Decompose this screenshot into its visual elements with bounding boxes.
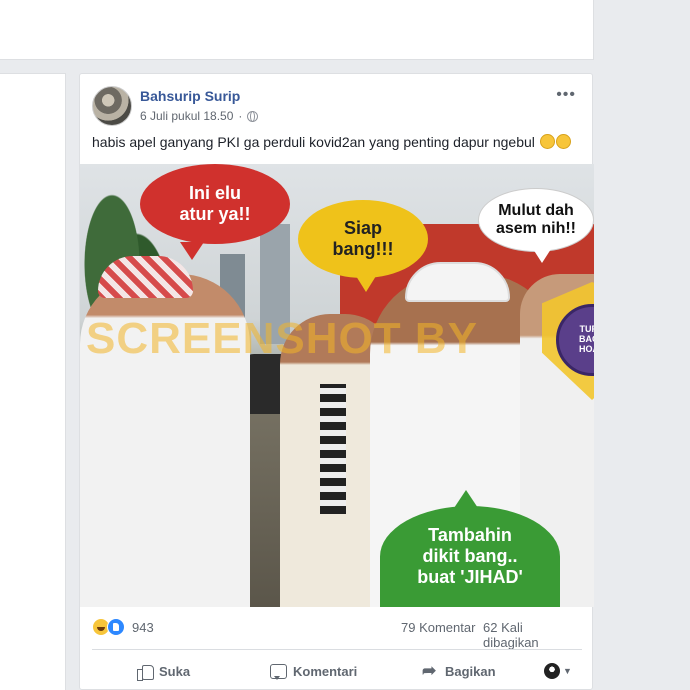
- speech-bubble-yellow: Siap bang!!!: [298, 200, 428, 292]
- turnbackhoax-badge: TURN BACK HOAX: [542, 282, 594, 400]
- share-label: Bagikan: [445, 663, 496, 679]
- ellipsis-icon[interactable]: •••: [556, 86, 576, 104]
- bubble-line: asem nih!!: [495, 220, 576, 237]
- striped-scarf: [320, 384, 346, 514]
- left-column-card: [0, 73, 66, 690]
- bubble-line: Ini elu: [188, 183, 241, 204]
- thumbs-up-icon: [137, 663, 154, 681]
- bubble-line: atur ya!!: [179, 204, 251, 224]
- right-gutter: [594, 0, 690, 690]
- bubble-line: buat 'JIHAD': [417, 566, 523, 587]
- share-button[interactable]: Bagikan: [422, 657, 496, 685]
- red-headwrap: [98, 256, 193, 298]
- divider: [92, 649, 582, 650]
- share-icon: [422, 661, 439, 681]
- badge-text: HOAX: [578, 343, 594, 354]
- reaction-icons[interactable]: [92, 618, 125, 636]
- feed-post: Bahsurip Surip 6 Juli pukul 18.50 · ••• …: [79, 73, 594, 690]
- comment-icon: [270, 663, 287, 680]
- comment-button[interactable]: Komentari: [270, 657, 357, 685]
- comments-count[interactable]: 79 Komentar: [401, 620, 475, 635]
- post-timestamp[interactable]: 6 Juli pukul 18.50: [140, 109, 233, 123]
- bubble-line: Mulut dah: [498, 201, 574, 219]
- author-avatar[interactable]: [92, 86, 132, 126]
- grin-emoji-icon: [555, 134, 571, 149]
- reactions-count[interactable]: 943: [132, 620, 154, 635]
- comment-label: Komentari: [293, 663, 358, 679]
- author-name[interactable]: Bahsurip Surip: [140, 88, 240, 104]
- post-meta: 6 Juli pukul 18.50 ·: [140, 109, 259, 123]
- post-as-selector[interactable]: ▼: [544, 657, 572, 685]
- globe-icon[interactable]: [247, 110, 259, 122]
- bubble-line: dikit bang..: [422, 546, 518, 567]
- like-icon: [107, 618, 125, 636]
- white-cap: [405, 262, 510, 302]
- post-stats: 943 79 Komentar 62 Kali dibagikan: [92, 618, 582, 650]
- like-label: Suka: [159, 663, 191, 679]
- post-header: Bahsurip Surip 6 Juli pukul 18.50 · •••: [92, 86, 582, 128]
- speech-bubble-red: Ini elu atur ya!!: [140, 164, 290, 260]
- speech-bubble-white: Mulut dah asem nih!!: [478, 188, 594, 263]
- speech-bubble-green: Tambahin dikit bang.. buat 'JIHAD': [380, 490, 560, 607]
- caret-down-icon: ▼: [563, 666, 572, 676]
- shares-count[interactable]: 62 Kali dibagikan: [483, 620, 582, 650]
- bubble-line: Siap: [343, 218, 382, 239]
- viewer-avatar-icon: [544, 663, 560, 679]
- like-button[interactable]: Suka: [137, 657, 190, 685]
- screenshot-watermark: SCREENSHOT BY: [86, 314, 478, 363]
- bubble-line: bang!!!: [332, 239, 394, 259]
- previous-post-card: [0, 0, 594, 60]
- bubble-line: Tambahin: [428, 525, 512, 546]
- caption-text: habis apel ganyang PKI ga perduli kovid2…: [92, 134, 535, 150]
- post-actions: Suka Komentari Bagikan ▼: [92, 657, 582, 685]
- grin-emoji-icon: [539, 134, 555, 149]
- post-caption: habis apel ganyang PKI ga perduli kovid2…: [92, 134, 571, 150]
- post-photo[interactable]: Ini elu atur ya!! Siap bang!!! Mulut dah…: [80, 164, 594, 607]
